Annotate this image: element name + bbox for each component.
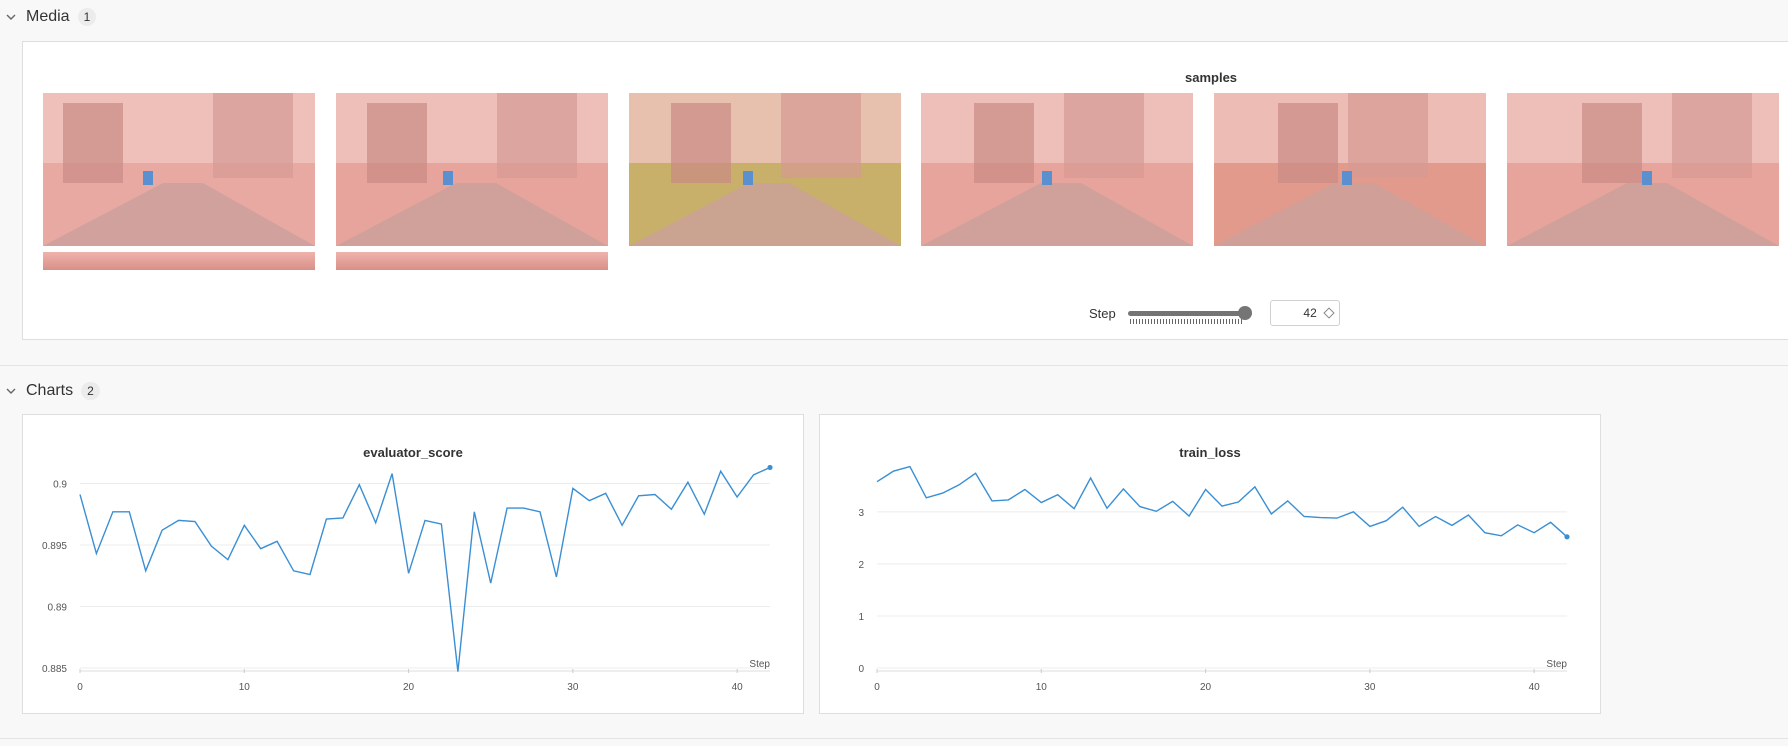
- step-slider[interactable]: [1127, 306, 1252, 324]
- x-tick-label: 10: [1036, 682, 1048, 693]
- media-thumbnail[interactable]: [43, 93, 315, 246]
- section-title-charts: Charts: [26, 382, 74, 399]
- chart-panel-evaluator-score: evaluator_score 0.885 0.89 0.895 0.9 0 10 20 30…: [22, 414, 804, 714]
- x-tick-label: 40: [732, 682, 744, 693]
- chart-panel-train-loss: train_loss 0 1 2 3 0 10 20 30 40 Step: [819, 414, 1601, 714]
- media-thumbnail[interactable]: [336, 93, 608, 246]
- x-tick-label: 40: [1529, 682, 1541, 693]
- chevron-down-icon: [6, 14, 16, 20]
- x-axis-label: Step: [749, 659, 770, 670]
- y-tick-label: 0.895: [42, 541, 67, 552]
- y-tick-label: 1: [858, 612, 864, 623]
- x-tick-label: 30: [567, 682, 579, 693]
- x-axis-label: Step: [1546, 659, 1567, 670]
- charts-section-toggle[interactable]: Charts 2: [0, 380, 100, 402]
- section-title-media: Media: [26, 8, 70, 25]
- x-tick-label: 10: [239, 682, 251, 693]
- x-tick-label: 30: [1364, 682, 1376, 693]
- y-tick-label: 2: [858, 560, 864, 571]
- media-section-toggle[interactable]: Media 1: [0, 6, 97, 28]
- last-point-marker: [767, 464, 773, 471]
- slider-handle[interactable]: [1237, 306, 1252, 320]
- section-divider: [0, 365, 1788, 366]
- chevron-down-icon: [6, 388, 16, 394]
- media-panel: samples Step 42: [22, 41, 1788, 340]
- x-tick-label: 20: [1200, 682, 1212, 693]
- media-thumbnail[interactable]: [1214, 93, 1486, 246]
- step-input[interactable]: 42: [1269, 300, 1340, 326]
- y-tick-label: 0.885: [42, 664, 67, 675]
- count-badge: 2: [81, 382, 100, 400]
- step-label: Step: [1089, 305, 1116, 321]
- panel-title: samples: [1185, 70, 1238, 85]
- x-tick-label: 20: [403, 682, 415, 693]
- step-control: Step 42: [1089, 300, 1340, 326]
- media-thumbnail-partial[interactable]: [43, 252, 315, 270]
- y-tick-label: 0: [858, 664, 864, 675]
- y-tick-label: 0.9: [53, 479, 67, 490]
- step-value: 42: [1303, 306, 1317, 320]
- x-tick-label: 0: [77, 682, 83, 693]
- last-point-marker: [1564, 534, 1570, 540]
- media-thumbnail[interactable]: [629, 93, 901, 246]
- series-line: [79, 466, 771, 672]
- y-tick-label: 0.89: [48, 602, 68, 613]
- evaluator-score-chart[interactable]: 0.885 0.89 0.895 0.9 0 10 20 30 40 Step: [23, 415, 803, 713]
- spinner-icon[interactable]: [1323, 307, 1335, 319]
- x-tick-label: 0: [874, 682, 880, 693]
- train-loss-chart[interactable]: 01230 10 20 30 40Step: [820, 415, 1600, 713]
- media-thumbnail[interactable]: [1507, 93, 1779, 246]
- series-line: [876, 465, 1568, 538]
- count-badge: 1: [77, 8, 97, 26]
- media-thumbnail-partial[interactable]: [336, 252, 608, 270]
- section-divider: [0, 738, 1788, 739]
- media-thumbnail[interactable]: [921, 93, 1193, 246]
- y-tick-label: 3: [858, 508, 864, 519]
